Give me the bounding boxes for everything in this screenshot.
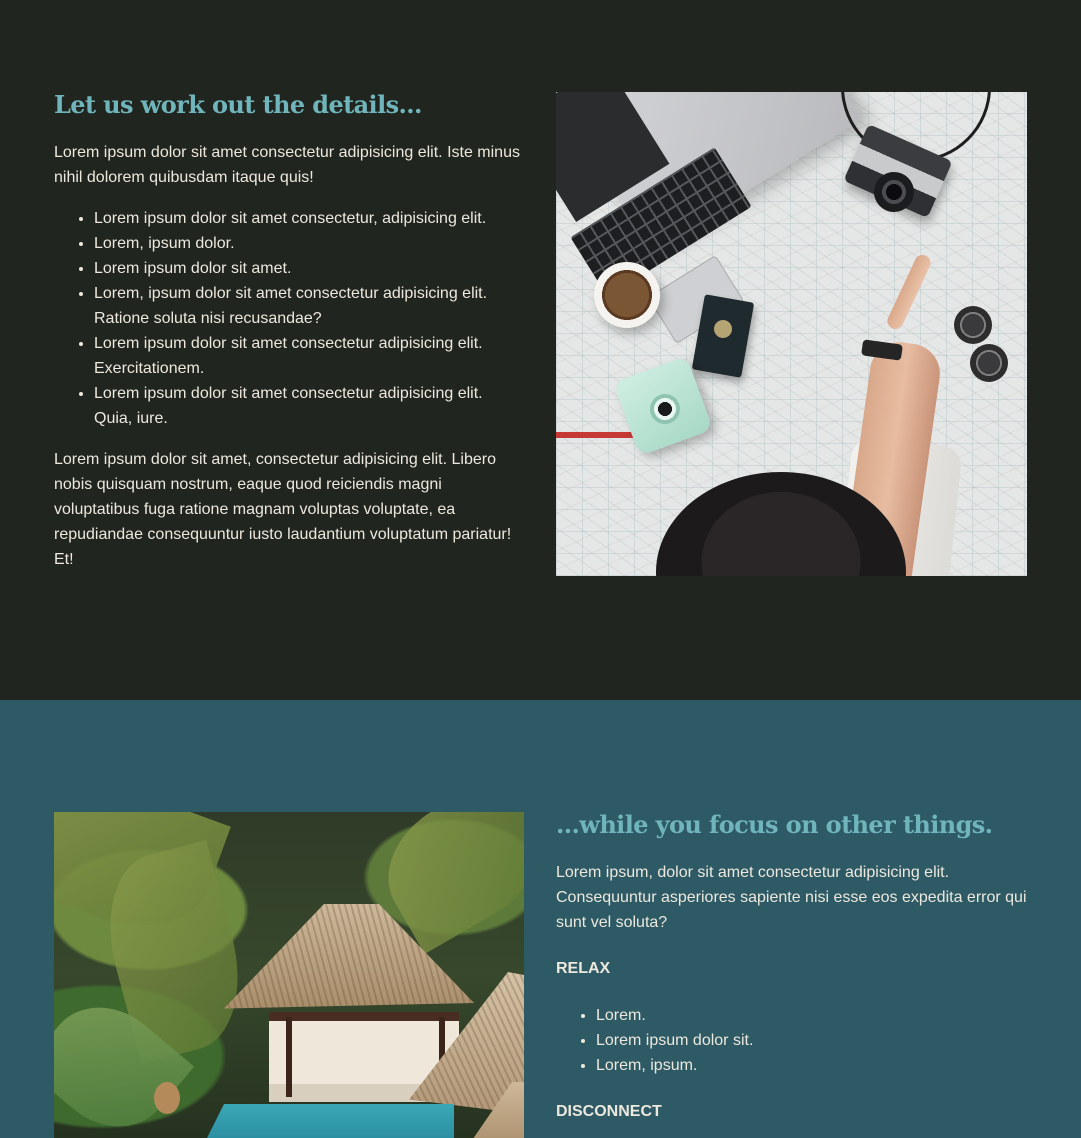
details-heading: Let us work out the details...: [54, 90, 422, 119]
details-text: Lorem ipsum dolor sit amet consectetur a…: [54, 140, 524, 572]
details-list: Lorem ipsum dolor sit amet consectetur, …: [54, 206, 524, 431]
instant-camera-lens-image: [650, 394, 680, 424]
camera-lens-image: [874, 172, 914, 212]
focus-section: ...while you focus on other things. Lore…: [0, 700, 1081, 1138]
list-item: Lorem, ipsum dolor sit amet consectetur …: [94, 281, 524, 331]
sunglasses-image: [954, 306, 992, 344]
list-item: Lorem ipsum dolor sit amet consectetur a…: [94, 381, 524, 431]
disconnect-label: DISCONNECT: [556, 1103, 662, 1120]
details-outro: Lorem ipsum dolor sit amet, consectetur …: [54, 451, 512, 568]
travel-map-photo: [556, 92, 1027, 576]
focus-intro: Lorem ipsum, dolor sit amet consectetur …: [556, 864, 1027, 931]
list-item: Lorem, ipsum dolor.: [94, 231, 524, 256]
list-item: Lorem ipsum dolor sit amet consectetur, …: [94, 206, 524, 231]
list-item: Lorem, ipsum.: [596, 1053, 1036, 1078]
list-item: Lorem.: [596, 1003, 1036, 1028]
list-item: Lorem ipsum dolor sit amet.: [94, 256, 524, 281]
details-section: Let us work out the details... Lorem ips…: [0, 0, 1081, 700]
pointing-finger-image: [884, 252, 934, 332]
list-item: Lorem ipsum dolor sit.: [596, 1028, 1036, 1053]
list-item: Lorem ipsum dolor sit amet consectetur a…: [94, 331, 524, 381]
pavilion-post-image: [286, 1017, 292, 1097]
tropical-villa-photo: [54, 812, 524, 1138]
focus-heading: ...while you focus on other things.: [556, 810, 993, 839]
coffee-mug-image: [594, 262, 660, 328]
relax-label: RELAX: [556, 960, 611, 977]
sunglasses-image: [970, 344, 1008, 382]
focus-text: Lorem ipsum, dolor sit amet consectetur …: [556, 860, 1036, 1124]
pool-image: [204, 1104, 454, 1138]
lantern-image: [154, 1082, 180, 1114]
details-intro: Lorem ipsum dolor sit amet consectetur a…: [54, 144, 520, 186]
relax-list: Lorem. Lorem ipsum dolor sit. Lorem, ips…: [556, 1003, 1036, 1078]
